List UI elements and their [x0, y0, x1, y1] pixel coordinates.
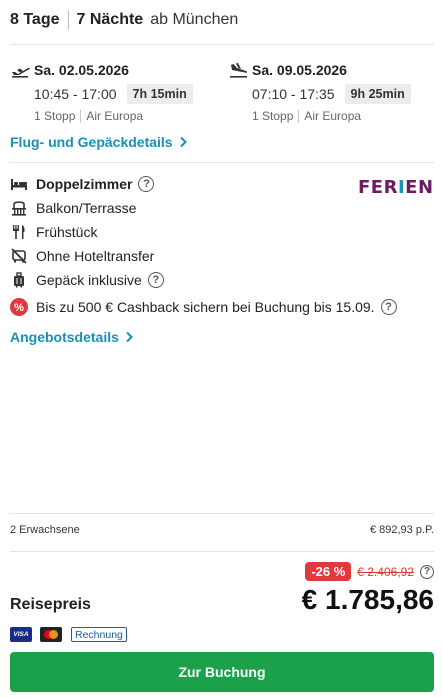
- divider: [10, 551, 434, 552]
- room-type-label: Doppelzimmer: [36, 176, 133, 192]
- visa-icon: VISA: [10, 627, 32, 642]
- svg-text:%: %: [14, 302, 24, 314]
- mastercard-icon: [40, 627, 62, 642]
- cutlery-icon: [10, 223, 28, 241]
- operator-logo: FERIEN: [358, 177, 434, 198]
- plane-takeoff-icon: [12, 67, 30, 78]
- payment-methods: VISA Rechnung: [10, 627, 127, 642]
- help-icon[interactable]: ?: [147, 272, 164, 288]
- header-divider: [67, 10, 69, 30]
- divider: [10, 162, 434, 163]
- chevron-right-icon: [126, 331, 133, 343]
- board-type-label: Frühstück: [36, 224, 98, 240]
- outbound-flight: Sa. 02.05.2026 10:45 - 17:00 7h 15min 1 …: [10, 60, 210, 123]
- transfer-label: Ohne Hoteltransfer: [36, 248, 155, 264]
- room-view-label: Balkon/Terrasse: [36, 200, 137, 216]
- trip-days: 8 Tage: [10, 11, 60, 28]
- divider: [10, 44, 434, 45]
- cashback-label: Bis zu 500 € Cashback sichern bei Buchun…: [36, 299, 375, 315]
- trip-nights: 7 Nächte: [76, 11, 144, 28]
- percent-badge-icon: %: [10, 298, 28, 316]
- transfer-info: Ohne Hoteltransfer: [10, 246, 154, 266]
- outbound-airline: Air Europa: [86, 109, 144, 123]
- discount-badge: -26 %: [305, 562, 352, 581]
- trip-header: 8 Tage 7 Nächte ab München: [10, 8, 238, 32]
- flight-details-link[interactable]: Flug- und Gepäckdetails: [10, 134, 188, 150]
- cashback-info: % Bis zu 500 € Cashback sichern bei Buch…: [10, 297, 397, 317]
- outbound-duration: 7h 15min: [126, 84, 193, 104]
- total-price: € 1.785,86: [301, 584, 434, 615]
- departure-airport: ab München: [150, 11, 239, 28]
- balcony-icon: [10, 199, 28, 217]
- help-icon[interactable]: ?: [420, 564, 434, 579]
- book-button[interactable]: Zur Buchung: [10, 652, 434, 692]
- old-price: € 2.406,92: [357, 564, 414, 579]
- help-icon[interactable]: ?: [380, 299, 397, 315]
- inbound-stops: 1 Stopp: [252, 109, 294, 123]
- offer-details-label: Angebotsdetails: [10, 329, 119, 345]
- offer-details-link[interactable]: Angebotsdetails: [10, 329, 134, 345]
- inbound-date: Sa. 09.05.2026: [252, 62, 347, 78]
- luggage-label: Gepäck inklusive: [36, 272, 142, 288]
- inbound-times: 07:10 - 17:35: [252, 86, 335, 102]
- luggage-info: Gepäck inklusive ?: [10, 270, 164, 290]
- total-price-label: Reisepreis: [10, 596, 91, 613]
- outbound-times: 10:45 - 17:00: [34, 86, 117, 102]
- price-per-person-row: 2 Erwachsene € 892,93 p.P.: [10, 524, 434, 536]
- invoice-badge: Rechnung: [71, 627, 127, 642]
- luggage-icon: [10, 271, 28, 289]
- inbound-airline: Air Europa: [304, 109, 362, 123]
- inbound-flight: Sa. 09.05.2026 07:10 - 17:35 9h 25min 1 …: [228, 60, 428, 123]
- price-per-person: € 892,93 p.P.: [369, 524, 434, 536]
- inbound-duration: 9h 25min: [344, 84, 411, 104]
- plane-landing-icon: [230, 63, 248, 78]
- board-type: Frühstück: [10, 222, 97, 242]
- outbound-stops: 1 Stopp: [34, 109, 76, 123]
- help-icon[interactable]: ?: [138, 176, 155, 192]
- no-transfer-icon: [10, 247, 28, 265]
- divider: [80, 109, 82, 123]
- travellers: 2 Erwachsene: [10, 524, 80, 536]
- divider: [298, 109, 300, 123]
- outbound-date: Sa. 02.05.2026: [34, 62, 129, 78]
- bed-icon: [10, 175, 28, 193]
- room-type: Doppelzimmer ?: [10, 174, 155, 194]
- room-view: Balkon/Terrasse: [10, 198, 136, 218]
- chevron-right-icon: [179, 136, 187, 148]
- divider: [10, 513, 434, 514]
- discount-row: -26 % € 2.406,92 ?: [305, 562, 434, 581]
- flight-details-label: Flug- und Gepäckdetails: [10, 134, 173, 150]
